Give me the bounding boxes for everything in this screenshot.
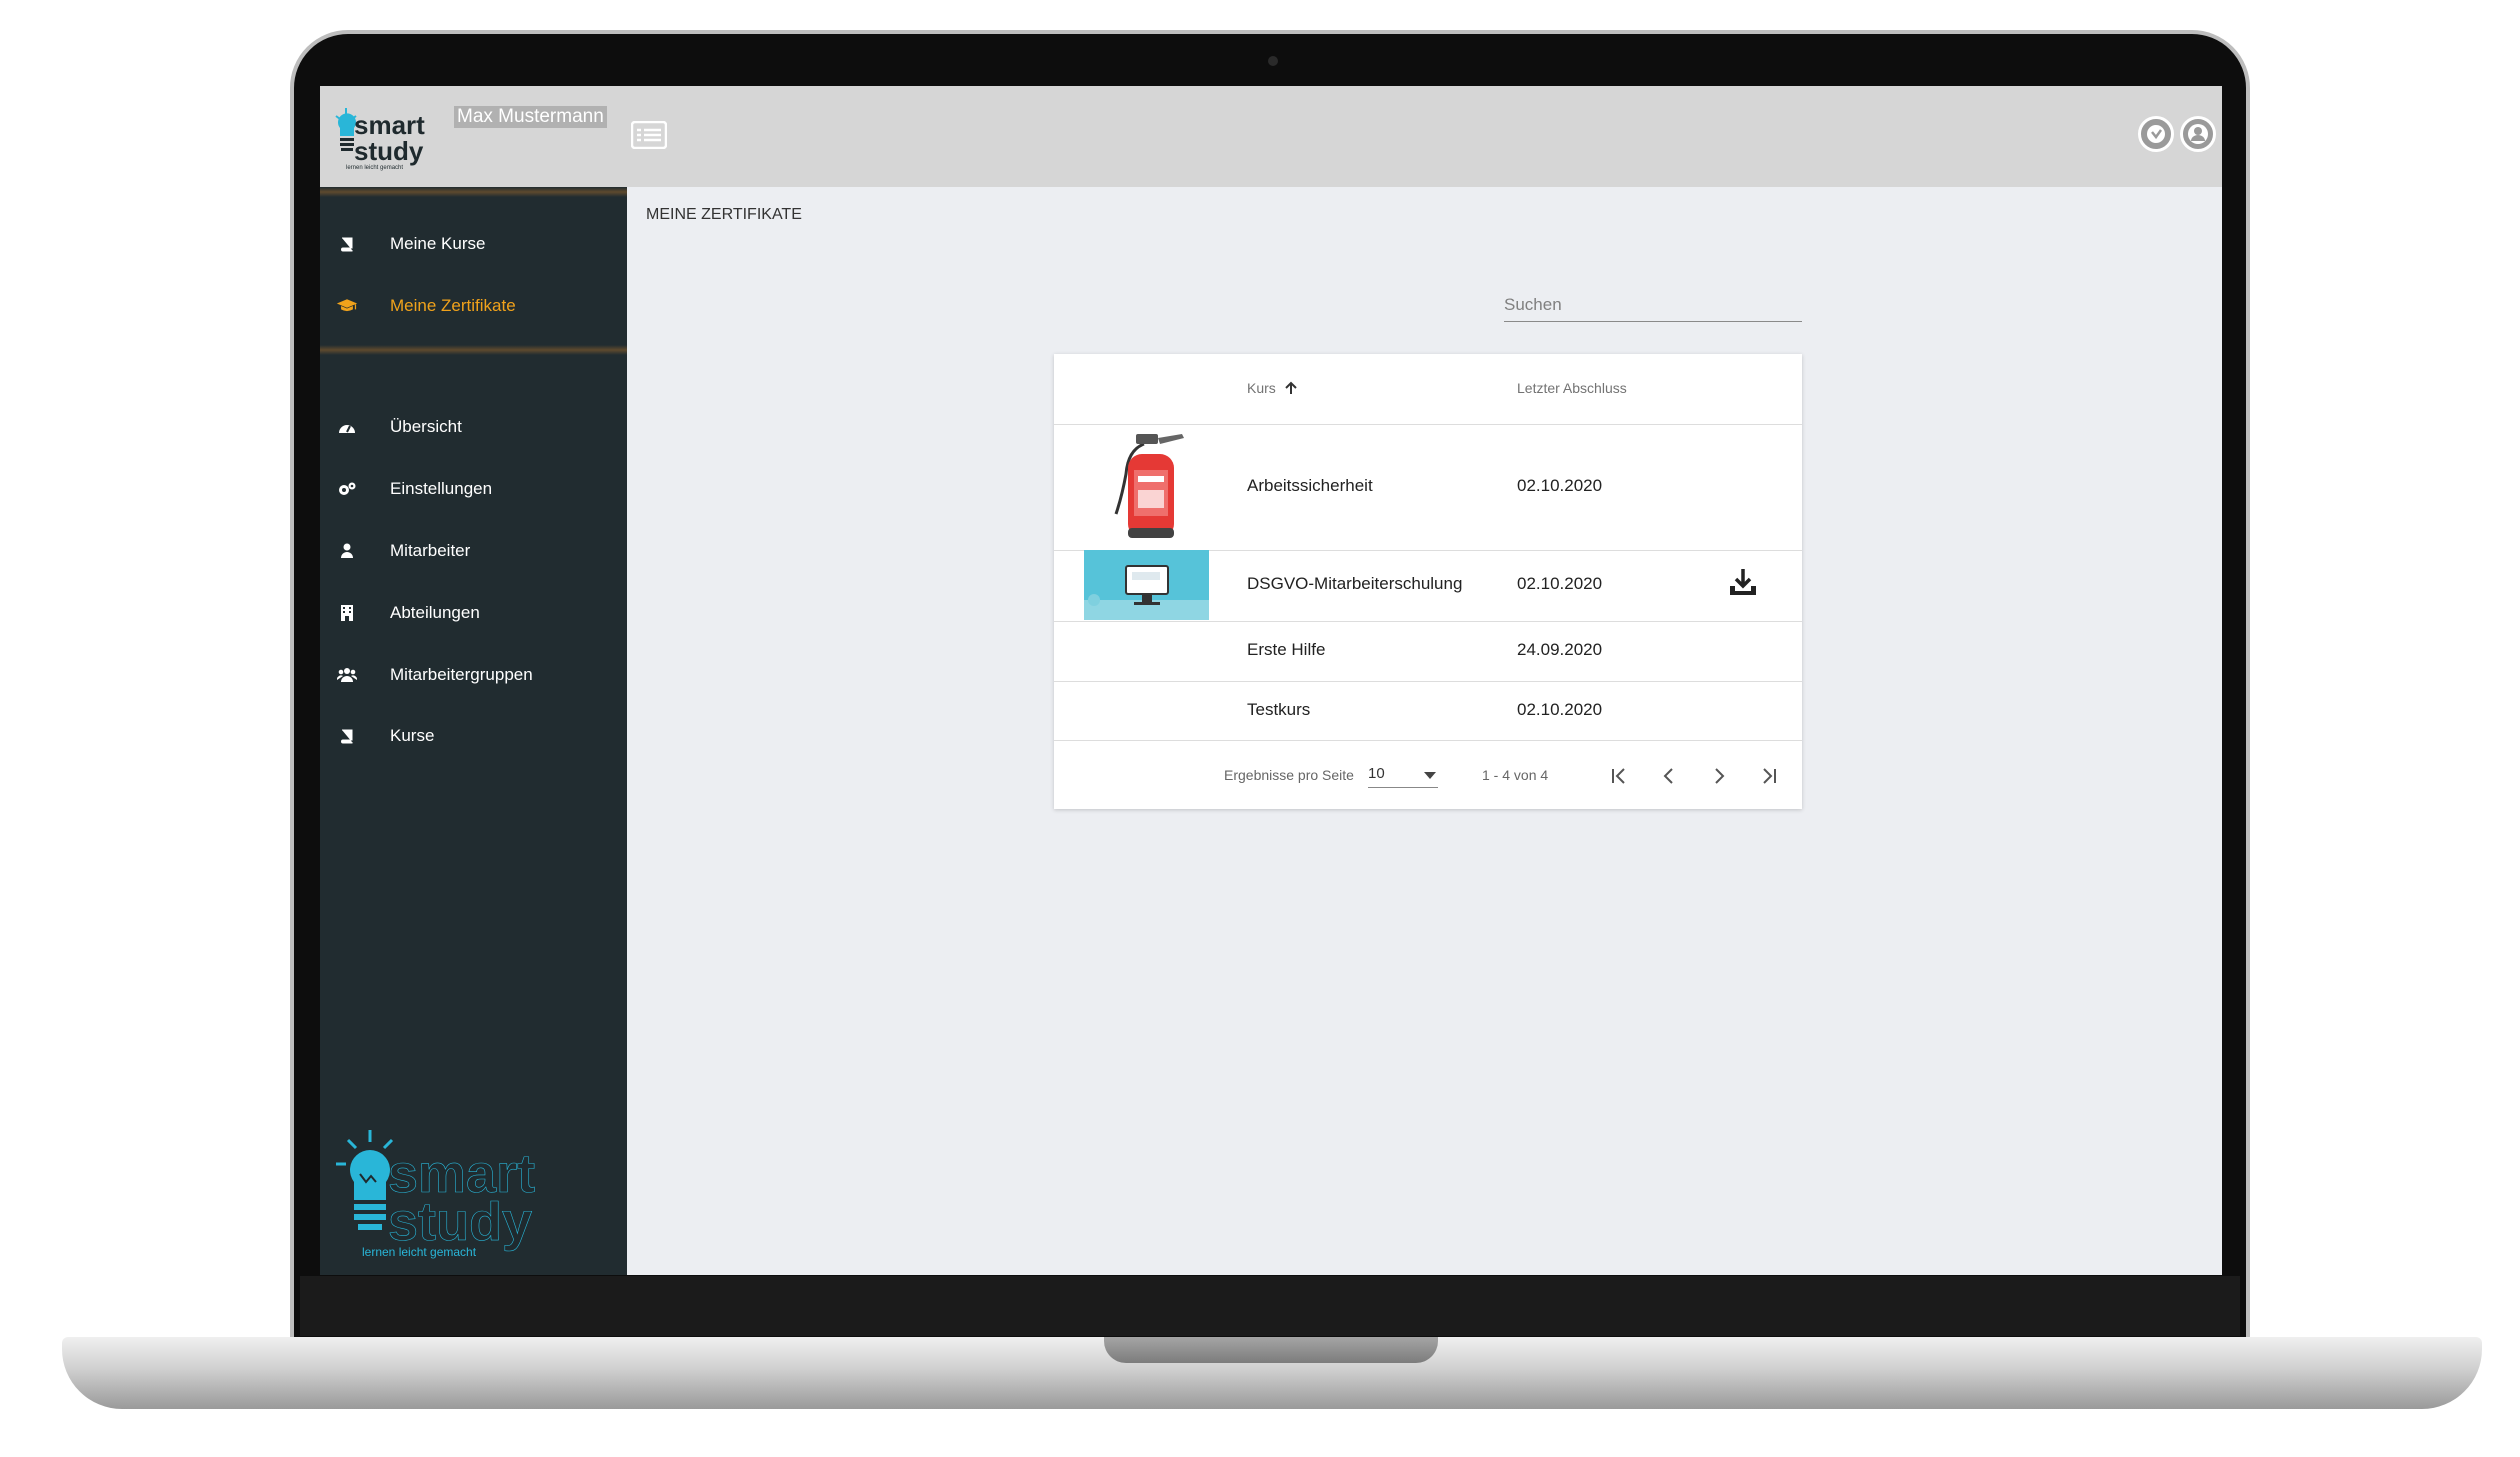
sidebar-item-uebersicht[interactable]: Übersicht — [320, 404, 627, 450]
per-page-label: Ergebnisse pro Seite — [1224, 767, 1354, 783]
book-icon — [336, 233, 358, 255]
chevron-right-icon — [1715, 768, 1725, 784]
table-row[interactable]: Testkurs 02.10.2020 — [1054, 681, 1802, 741]
per-page-value: 10 — [1368, 765, 1385, 782]
previous-page-button[interactable] — [1656, 763, 1682, 789]
sidebar-item-meine-zertifikate[interactable]: Meine Zertifikate — [320, 283, 627, 329]
table-row[interactable]: Erste Hilfe 24.09.2020 — [1054, 621, 1802, 682]
completion-date: 02.10.2020 — [1517, 574, 1603, 593]
laptop-notch — [1104, 1337, 1438, 1363]
sidebar-item-label: Übersicht — [390, 417, 462, 436]
page-title: MEINE ZERTIFIKATE — [646, 206, 802, 223]
next-page-button[interactable] — [1706, 763, 1732, 789]
search-field[interactable] — [1504, 291, 1802, 322]
book-icon — [336, 726, 358, 747]
column-header-label: Kurs — [1247, 380, 1276, 396]
course-name: DSGVO-Mitarbeiterschulung — [1247, 574, 1463, 593]
sidebar-item-label: Einstellungen — [390, 479, 493, 498]
top-bar: smart study lernen leicht gemacht Max Mu… — [320, 86, 2222, 187]
question-icon — [2147, 125, 2165, 143]
user-icon — [336, 540, 358, 562]
sidebar-item-label: Mitarbeitergruppen — [390, 665, 533, 684]
sidebar-divider-top — [320, 187, 627, 197]
table-row[interactable]: Arbeitssicherheit 02.10.2020 — [1054, 424, 1802, 551]
webcam — [1268, 56, 1278, 66]
sidebar-item-meine-kurse[interactable]: Meine Kurse — [320, 221, 627, 267]
sidebar-item-mitarbeiter[interactable]: Mitarbeiter — [320, 528, 627, 574]
logo-word-study: study — [388, 1192, 532, 1252]
user-circle-icon — [2188, 124, 2208, 144]
smartstudy-logo: smart study lernen leicht gemacht — [335, 108, 425, 171]
profile-button[interactable] — [2180, 116, 2216, 152]
certificates-table: Kurs Letzter Abschluss Arbeitssicherheit… — [1054, 354, 1802, 809]
logo-tagline: lernen leicht gemacht — [346, 165, 403, 171]
sidebar-item-abteilungen[interactable]: Abteilungen — [320, 590, 627, 636]
sidebar-item-einstellungen[interactable]: Einstellungen — [320, 466, 627, 512]
course-name: Testkurs — [1247, 700, 1311, 719]
sidebar: Meine Kurse Meine Zertifikate Übersicht … — [320, 187, 627, 1275]
menu-toggle-icon[interactable] — [631, 121, 667, 149]
sidebar-divider — [320, 345, 627, 355]
table-header: Kurs Letzter Abschluss — [1054, 354, 1802, 425]
logo-word-study: study — [354, 136, 424, 166]
sidebar-item-kurse[interactable]: Kurse — [320, 714, 627, 759]
chevron-left-icon — [1663, 768, 1673, 784]
completion-date: 02.10.2020 — [1517, 476, 1603, 495]
cogs-icon — [336, 478, 358, 500]
sidebar-item-mitarbeitergruppen[interactable]: Mitarbeitergruppen — [320, 652, 627, 698]
user-name: Max Mustermann — [454, 106, 607, 128]
smartstudy-logo-large: smart study lernen leicht gemacht — [336, 1130, 535, 1259]
laptop-bezel — [300, 1276, 2240, 1336]
computer-screen-image — [1084, 550, 1209, 620]
sidebar-item-label: Kurse — [390, 727, 435, 745]
table-row[interactable]: DSGVO-Mitarbeiterschulung 02.10.2020 — [1054, 550, 1802, 622]
first-page-button[interactable] — [1606, 763, 1632, 789]
dashboard-icon — [336, 416, 358, 438]
per-page-select[interactable]: 10 — [1368, 765, 1438, 788]
column-header-kurs[interactable]: Kurs — [1247, 380, 1298, 396]
pagination-range: 1 - 4 von 4 — [1482, 767, 1549, 783]
first-page-icon — [1612, 768, 1625, 784]
download-icon[interactable] — [1726, 566, 1760, 600]
sidebar-item-label: Mitarbeiter — [390, 541, 471, 560]
building-icon — [336, 602, 358, 624]
fire-extinguisher-image — [1114, 434, 1184, 538]
course-name: Erste Hilfe — [1247, 640, 1326, 659]
completion-date: 24.09.2020 — [1517, 640, 1603, 659]
sidebar-item-label: Meine Zertifikate — [390, 296, 516, 315]
course-name: Arbeitssicherheit — [1247, 476, 1373, 495]
sidebar-item-label: Abteilungen — [390, 603, 480, 622]
last-page-icon — [1763, 768, 1776, 784]
logo-tagline: lernen leicht gemacht — [362, 1245, 477, 1259]
sort-arrow-up-icon — [1284, 381, 1297, 394]
graduation-cap-icon — [336, 295, 358, 317]
completion-date: 02.10.2020 — [1517, 700, 1603, 719]
pagination: Ergebnisse pro Seite 10 1 - 4 von 4 — [1054, 741, 1802, 809]
caret-down-icon — [1424, 772, 1436, 779]
users-icon — [336, 664, 358, 686]
app-screen: smart study lernen leicht gemacht Max Mu… — [320, 86, 2222, 1275]
help-button[interactable] — [2138, 116, 2174, 152]
sidebar-item-label: Meine Kurse — [390, 234, 486, 253]
search-input[interactable] — [1504, 291, 1802, 319]
last-page-button[interactable] — [1756, 763, 1782, 789]
column-header-letzter-abschluss[interactable]: Letzter Abschluss — [1517, 380, 1627, 396]
